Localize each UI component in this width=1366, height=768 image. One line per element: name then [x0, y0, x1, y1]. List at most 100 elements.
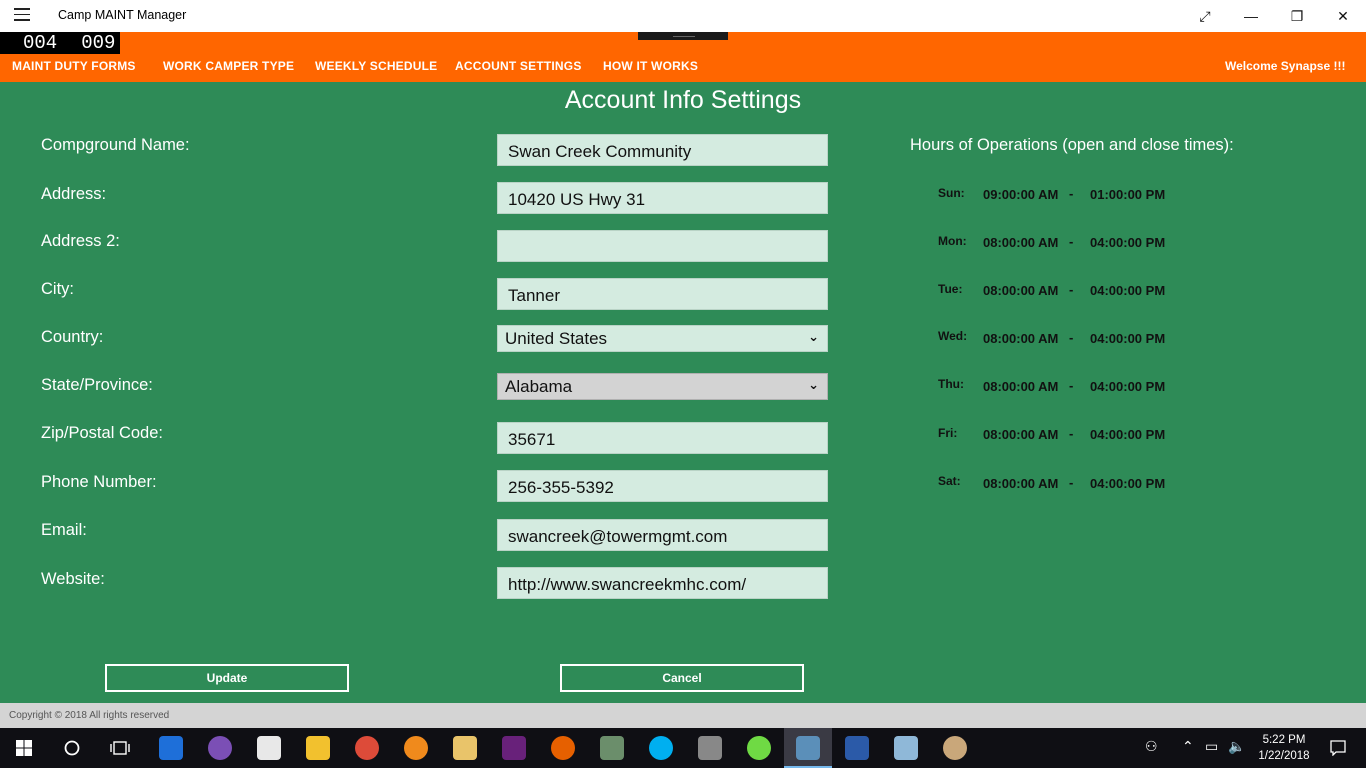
system-clock[interactable]: 5:22 PM 1/22/2018 [1250, 732, 1318, 764]
start-button[interactable] [8, 732, 40, 764]
drag-handle[interactable] [638, 32, 728, 40]
day-label: Wed: [938, 329, 968, 343]
website-input[interactable]: http://www.swancreekmhc.com/ [497, 567, 828, 599]
chevron-down-icon: ⌄ [808, 377, 819, 392]
open-time[interactable]: 08:00:00 AM [983, 283, 1058, 298]
mail-icon[interactable] [453, 736, 477, 760]
city-input[interactable]: Tanner [497, 278, 828, 310]
website-label: Website: [41, 570, 105, 588]
edge-icon[interactable] [159, 736, 183, 760]
country-select[interactable]: United States ⌄ [497, 325, 828, 352]
address2-input[interactable] [497, 230, 828, 262]
hamburger-menu-icon[interactable] [14, 8, 30, 22]
time-separator: - [1069, 426, 1074, 441]
camp-app-icon[interactable] [796, 736, 820, 760]
restore-button[interactable]: ❐ [1274, 0, 1320, 32]
time-separator: - [1069, 234, 1074, 249]
open-time[interactable]: 08:00:00 AM [983, 476, 1058, 491]
close-time[interactable]: 04:00:00 PM [1090, 235, 1165, 250]
nav-weekly-schedule[interactable]: WEEKLY SCHEDULE [315, 59, 437, 73]
state-select[interactable]: Alabama ⌄ [497, 373, 828, 400]
address-input[interactable]: 10420 US Hwy 31 [497, 182, 828, 214]
day-label: Sat: [938, 474, 961, 488]
day-label: Fri: [938, 426, 958, 440]
phone-label: Phone Number: [41, 473, 157, 491]
network-icon[interactable]: ▭ [1205, 738, 1218, 755]
open-time[interactable]: 08:00:00 AM [983, 379, 1058, 394]
fire-app-icon[interactable] [404, 736, 428, 760]
day-label: Tue: [938, 282, 963, 296]
paint-icon[interactable] [943, 736, 967, 760]
close-button[interactable]: ✕ [1320, 0, 1366, 32]
tools-icon[interactable] [698, 736, 722, 760]
zip-input[interactable]: 35671 [497, 422, 828, 454]
hours-title: Hours of Operations (open and close time… [910, 136, 1234, 154]
counter-left: 004 [23, 32, 58, 54]
task-view-icon [110, 741, 130, 755]
window-title: Camp MAINT Manager [58, 8, 187, 22]
copyright-text: Copyright © 2018 All rights reserved [9, 710, 170, 721]
email-input[interactable]: swancreek@towermgmt.com [497, 519, 828, 551]
nav-work-camper-type[interactable]: WORK CAMPER TYPE [163, 59, 294, 73]
time-separator: - [1069, 378, 1074, 393]
zip-label: Zip/Postal Code: [41, 424, 163, 442]
country-select-value: United States [505, 329, 608, 348]
update-button[interactable]: Update [105, 664, 349, 692]
search-circle-icon [64, 740, 80, 756]
close-time[interactable]: 04:00:00 PM [1090, 427, 1165, 442]
footer: Copyright © 2018 All rights reserved [0, 703, 1366, 728]
task-view-button[interactable] [104, 732, 136, 764]
people-icon[interactable]: ⚇ [1145, 738, 1158, 755]
open-time[interactable]: 08:00:00 AM [983, 235, 1058, 250]
counter-right: 009 [81, 32, 116, 54]
windows-logo-icon [16, 740, 32, 756]
welcome-message: Welcome Synapse !!! [1225, 59, 1346, 73]
photos-icon[interactable] [600, 736, 624, 760]
page-title: Account Info Settings [564, 86, 802, 114]
close-time[interactable]: 04:00:00 PM [1090, 476, 1165, 491]
state-select-value: Alabama [505, 377, 573, 396]
time-separator: - [1069, 330, 1074, 345]
close-time[interactable]: 04:00:00 PM [1090, 379, 1165, 394]
nav-how-it-works[interactable]: HOW IT WORKS [603, 59, 698, 73]
expand-icon[interactable]: ⤢ [1182, 0, 1228, 32]
close-time[interactable]: 01:00:00 PM [1090, 187, 1165, 202]
clock-date: 1/22/2018 [1258, 750, 1310, 762]
campground-label: Compground Name: [41, 136, 190, 154]
state-label: State/Province: [41, 376, 153, 394]
visual-studio-icon[interactable] [502, 736, 526, 760]
email-label: Email: [41, 521, 87, 539]
open-time[interactable]: 08:00:00 AM [983, 427, 1058, 442]
time-separator: - [1069, 475, 1074, 490]
upwork-icon[interactable] [747, 736, 771, 760]
open-time[interactable]: 09:00:00 AM [983, 187, 1058, 202]
file-explorer-icon[interactable] [306, 736, 330, 760]
campground-name-input[interactable]: Swan Creek Community [497, 134, 828, 166]
address-label: Address: [41, 185, 107, 203]
nav-maint-duty-forms[interactable]: MAINT DUTY FORMS [12, 59, 136, 73]
vs-code-icon[interactable] [257, 736, 281, 760]
chevron-down-icon: ⌄ [808, 329, 819, 344]
skype-icon[interactable] [649, 736, 673, 760]
chrome-icon[interactable] [355, 736, 379, 760]
day-label: Mon: [938, 234, 967, 248]
cortana-search-button[interactable] [56, 732, 88, 764]
day-label: Sun: [938, 186, 965, 200]
nav-account-settings[interactable]: ACCOUNT SETTINGS [455, 59, 582, 73]
remote-desktop-icon[interactable] [845, 736, 869, 760]
chevron-up-icon[interactable]: ⌃ [1182, 738, 1194, 755]
firefox-icon[interactable] [551, 736, 575, 760]
open-time[interactable]: 08:00:00 AM [983, 331, 1058, 346]
minimize-button[interactable]: — [1228, 0, 1274, 32]
cancel-button[interactable]: Cancel [560, 664, 804, 692]
volume-muted-icon[interactable]: 🔈 [1228, 738, 1245, 755]
cat-app-icon[interactable] [208, 736, 232, 760]
close-time[interactable]: 04:00:00 PM [1090, 283, 1165, 298]
notes-icon[interactable] [894, 736, 918, 760]
time-separator: - [1069, 282, 1074, 297]
action-center-button[interactable] [1318, 732, 1358, 764]
close-time[interactable]: 04:00:00 PM [1090, 331, 1165, 346]
title-bar: Camp MAINT Manager ⤢ — ❐ ✕ [0, 0, 1366, 32]
phone-input[interactable]: 256-355-5392 [497, 470, 828, 502]
city-label: City: [41, 280, 74, 298]
